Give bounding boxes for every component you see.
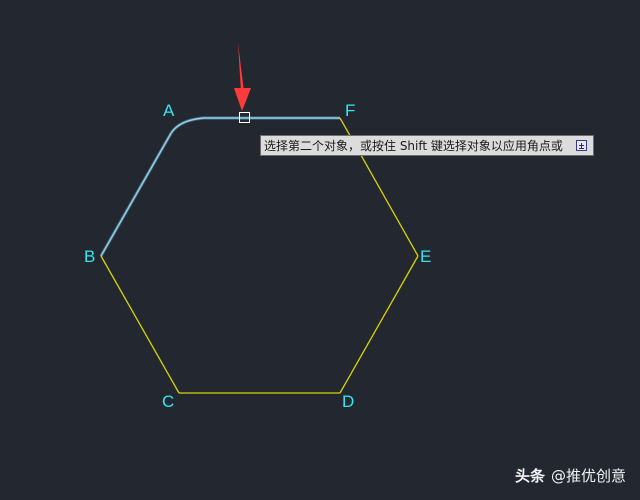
vertex-label-c: C (162, 392, 175, 411)
watermark: 头条 @推优创意 (515, 465, 626, 486)
vertex-label-b: B (84, 247, 96, 266)
drawing-canvas[interactable] (0, 0, 640, 500)
vertex-label-a: A (163, 101, 175, 120)
command-prompt-tooltip: 选择第二个对象，或按住 Shift 键选择对象以应用角点或 (260, 135, 594, 156)
command-prompt-text: 选择第二个对象，或按住 Shift 键选择对象以应用角点或 (264, 139, 563, 153)
hexagon-edge-ed[interactable] (339, 255, 419, 394)
watermark-brand: 头条 (514, 467, 545, 485)
watermark-handle: @推优创意 (550, 467, 626, 485)
vertex-label-e: E (420, 247, 432, 266)
vertex-label-f: F (345, 101, 356, 120)
expand-icon[interactable] (576, 140, 587, 151)
hexagon-edge-cb[interactable] (100, 255, 180, 394)
vertex-label-d: D (342, 392, 355, 411)
red-arrow-icon (234, 43, 251, 111)
